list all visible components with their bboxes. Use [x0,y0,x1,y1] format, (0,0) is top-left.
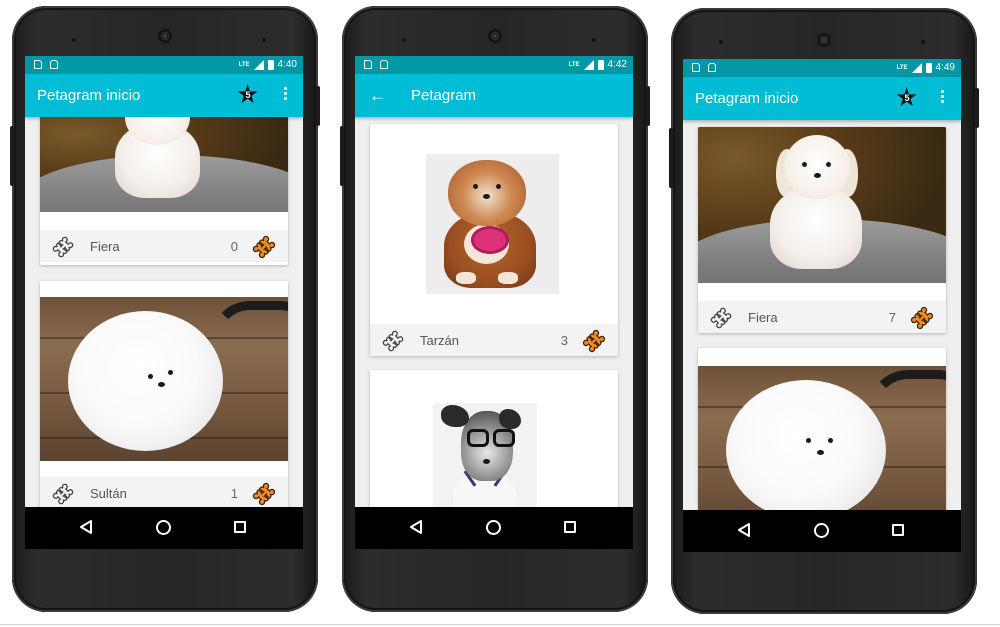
app-title: Petagram inicio [695,90,799,107]
status-time: 4:40 [277,59,297,70]
signal-icon [911,62,922,73]
earpiece-grill [488,29,502,43]
phone-1: LTE 4:40 Petagram inicio ★ 5 Fiera 0 Sul… [10,6,320,612]
sim-icon [364,60,372,69]
battery-icon [267,59,274,70]
pet-photo [698,366,946,510]
system-nav-bar [683,510,961,552]
bone-orange-icon[interactable] [252,482,276,506]
pet-rating-count: 7 [888,310,896,325]
pet-list[interactable]: Fiera 0 Sultán 1 [25,117,303,507]
screenshot-stage: LTE 4:40 Petagram inicio ★ 5 Fiera 0 Sul… [0,0,1000,627]
pet-rating-count: 3 [560,333,568,348]
favorites-badge: 5 [904,93,910,103]
nav-recents-icon[interactable] [564,521,576,533]
status-time: 4:42 [607,59,627,70]
pet-photo [433,403,537,507]
pet-list[interactable]: Fiera 7 [683,120,961,510]
toolbar: ← Petagram [355,74,633,117]
pet-list[interactable]: Tarzán 3 [355,117,633,507]
android-icon [50,60,58,69]
pet-card-footer: Sultán 1 [40,477,288,507]
bone-outline-icon[interactable] [52,483,74,505]
nav-home-icon[interactable] [814,523,829,538]
sim-icon [34,60,42,69]
status-time: 4:49 [935,62,955,73]
favorites-badge: 5 [245,90,251,100]
pet-name: Tarzán [420,333,460,348]
pet-photo [698,127,946,283]
earpiece-grill [817,33,831,47]
bone-orange-icon[interactable] [582,329,606,353]
nav-back-icon[interactable] [409,519,423,535]
phone-3-screen: LTE 4:49 Petagram inicio ★ 5 Fiera 7 [683,59,961,552]
pet-rating-count: 1 [230,486,238,501]
status-bar: LTE 4:42 [355,56,633,74]
phone-2-screen: LTE 4:42 ← Petagram Tarzán 3 [355,56,633,549]
bone-orange-icon[interactable] [910,306,934,330]
bone-orange-icon[interactable] [252,235,276,259]
pet-card [370,370,618,507]
more-vert-icon[interactable] [284,87,288,102]
pet-card: Fiera 7 [698,127,946,333]
nav-recents-icon[interactable] [234,521,246,533]
pet-card: Fiera 0 [40,117,288,265]
pet-card: Tarzán 3 [370,124,618,356]
nav-back-icon[interactable] [79,519,93,535]
network-type: LTE [896,64,908,71]
network-type: LTE [238,61,250,68]
pet-card-footer: Tarzán 3 [370,324,618,356]
pet-photo [426,154,559,294]
pet-card-footer: Fiera 7 [698,301,946,333]
favorites-button[interactable]: ★ 5 [895,84,919,110]
favorites-button[interactable]: ★ 5 [236,81,260,107]
pet-name: Fiera [90,239,120,254]
status-bar: LTE 4:40 [25,56,303,74]
android-icon [708,63,716,72]
toolbar: Petagram inicio ★ 5 [683,77,961,120]
pet-card: Sultán 1 [40,281,288,507]
bone-outline-icon[interactable] [710,307,732,329]
battery-icon [925,62,932,73]
sim-icon [692,63,700,72]
phone-3: LTE 4:49 Petagram inicio ★ 5 Fiera 7 [669,8,979,614]
pet-name: Fiera [748,310,778,325]
signal-icon [253,59,264,70]
nav-back-icon[interactable] [737,522,751,538]
battery-icon [597,59,604,70]
phone-1-screen: LTE 4:40 Petagram inicio ★ 5 Fiera 0 Sul… [25,56,303,549]
pet-card-footer: Fiera 0 [40,230,288,262]
signal-icon [583,59,594,70]
pet-name: Sultán [90,486,127,501]
system-nav-bar [355,507,633,549]
more-vert-icon[interactable] [941,90,945,105]
bone-outline-icon[interactable] [382,330,404,352]
nav-home-icon[interactable] [486,520,501,535]
nav-recents-icon[interactable] [892,524,904,536]
toolbar: Petagram inicio ★ 5 [25,74,303,117]
pet-photo [40,297,288,461]
app-title: Petagram [411,87,477,104]
network-type: LTE [568,61,580,68]
app-title: Petagram inicio [37,87,141,104]
nav-home-icon[interactable] [156,520,171,535]
divider [0,624,1000,625]
pet-photo [40,117,288,212]
android-icon [380,60,388,69]
status-bar: LTE 4:49 [683,59,961,77]
pet-card [698,348,946,510]
pet-rating-count: 0 [230,239,238,254]
system-nav-bar [25,507,303,549]
phone-2: LTE 4:42 ← Petagram Tarzán 3 [340,6,650,612]
arrow-back-icon[interactable]: ← [369,87,386,104]
earpiece-grill [158,29,172,43]
bone-outline-icon[interactable] [52,236,74,258]
